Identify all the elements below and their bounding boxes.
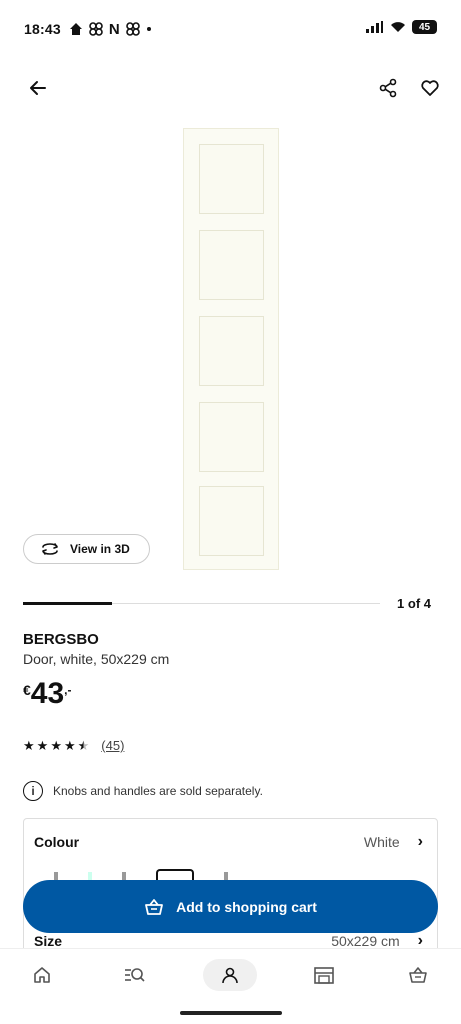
- door-panel: [199, 316, 264, 386]
- notification-icons: N: [69, 21, 152, 38]
- price-currency: €: [23, 682, 31, 698]
- cellular-signal-icon: [366, 21, 383, 33]
- search-icon: [125, 968, 145, 982]
- price-decimals: ,-: [64, 683, 72, 697]
- star-icon: ★: [63, 737, 76, 753]
- dot-icon: [146, 27, 151, 31]
- add-to-cart-button[interactable]: Add to shopping cart: [23, 880, 438, 933]
- bottom-navigation: [0, 948, 461, 1004]
- status-right: 45: [366, 20, 437, 34]
- product-price: € 43 ,-: [23, 678, 72, 710]
- wifi-icon: [391, 22, 405, 32]
- view-in-3d-label: View in 3D: [70, 542, 130, 556]
- fan-notif-icon-2: [125, 22, 140, 36]
- basket-icon: [409, 967, 427, 983]
- nav-profile[interactable]: [203, 959, 257, 991]
- profile-icon: [222, 967, 238, 984]
- size-value: 50x229 cm: [331, 933, 400, 949]
- basket-icon: [145, 898, 164, 915]
- back-button[interactable]: [20, 70, 56, 106]
- notice-text: Knobs and handles are sold separately.: [53, 784, 263, 798]
- info-icon: i: [23, 781, 43, 801]
- share-button[interactable]: [370, 70, 406, 106]
- colour-swatch[interactable]: [224, 872, 228, 880]
- nav-search[interactable]: [113, 959, 157, 991]
- heart-icon: [421, 80, 439, 96]
- carousel-counter: 1 of 4: [397, 596, 431, 611]
- price-amount: 43: [30, 677, 65, 710]
- colour-swatch[interactable]: [88, 872, 92, 880]
- status-bar: 18:43 N 45: [0, 0, 461, 58]
- product-image-door[interactable]: [183, 128, 279, 570]
- chevron-right-icon: ›: [417, 833, 423, 850]
- colour-option-row[interactable]: Colour White ›: [34, 833, 423, 851]
- review-count-link[interactable]: (45): [101, 738, 124, 753]
- battery-indicator: 45: [412, 20, 437, 34]
- carousel-progress-fill: [23, 602, 113, 605]
- colour-swatch[interactable]: [122, 872, 126, 880]
- size-label: Size: [34, 933, 63, 949]
- netflix-notif-icon: N: [108, 20, 120, 38]
- home-indicator: [180, 1011, 282, 1015]
- add-to-cart-label: Add to shopping cart: [176, 898, 317, 915]
- door-panel: [199, 230, 264, 300]
- favourite-button[interactable]: [412, 70, 448, 106]
- star-icon: ★: [36, 737, 49, 753]
- image-carousel-progress[interactable]: [23, 602, 380, 605]
- handles-notice: i Knobs and handles are sold separately.: [23, 781, 263, 801]
- star-icon: ★: [50, 737, 62, 753]
- product-name: BERGSBO: [23, 631, 99, 648]
- home-icon: [34, 967, 50, 983]
- nav-cart[interactable]: [396, 959, 440, 991]
- back-arrow-icon: [30, 81, 46, 95]
- product-description: Door, white, 50x229 cm: [23, 651, 170, 667]
- fan-notif-icon: [89, 22, 103, 36]
- door-panel: [199, 486, 264, 556]
- home-notif-icon: [69, 23, 82, 35]
- colour-swatch[interactable]: [54, 872, 58, 880]
- view-in-3d-button[interactable]: View in 3D: [23, 534, 150, 564]
- share-icon: [379, 78, 397, 98]
- nav-home[interactable]: [20, 959, 64, 991]
- door-panel: [199, 402, 264, 472]
- product-rating[interactable]: ★ ★ ★ ★ ★ (45): [23, 738, 124, 753]
- rotate-3d-icon: [42, 543, 58, 555]
- half-star-icon: ★: [77, 737, 90, 753]
- colour-value: White: [363, 834, 400, 850]
- status-time: 18:43: [24, 21, 61, 37]
- top-bar: [0, 68, 461, 108]
- nav-stores[interactable]: [302, 959, 346, 991]
- colour-label: Colour: [34, 834, 80, 850]
- door-panel: [199, 144, 264, 214]
- store-icon: [314, 967, 334, 984]
- star-icon: ★: [23, 737, 35, 753]
